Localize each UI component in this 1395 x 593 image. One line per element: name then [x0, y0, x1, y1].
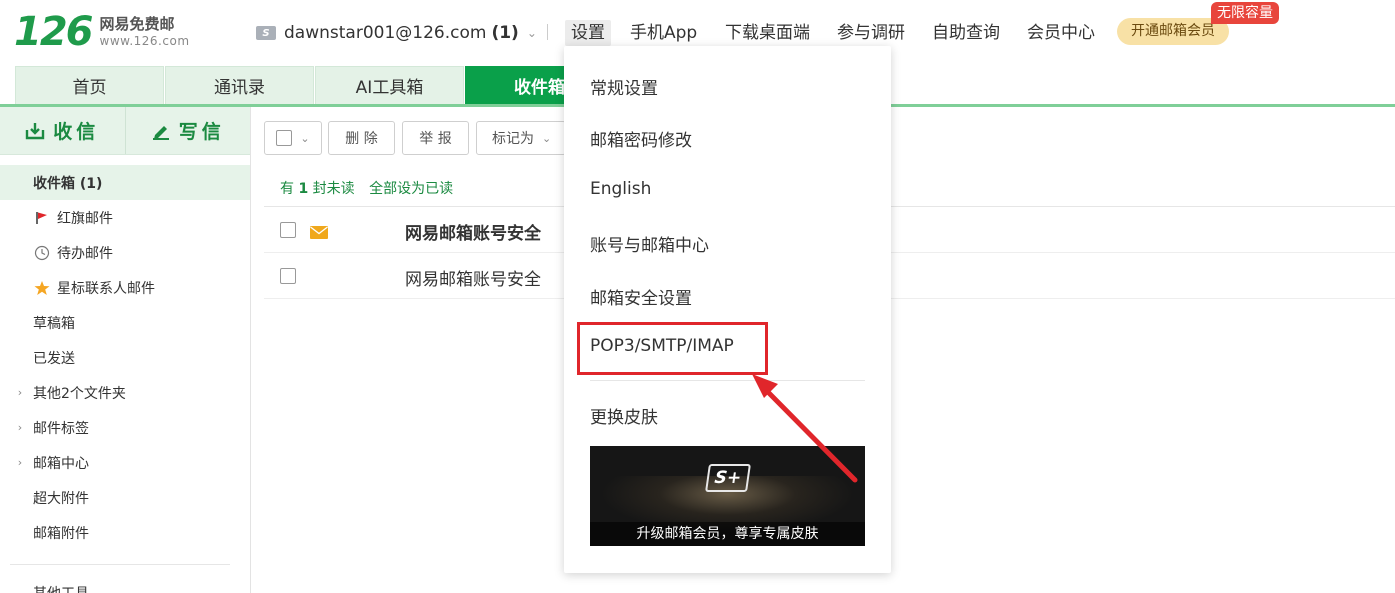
sidebar-divider: [10, 564, 230, 565]
compose-button[interactable]: 写信: [126, 107, 251, 154]
folder-inbox[interactable]: 收件箱 (1): [0, 165, 250, 200]
menu-change-password[interactable]: 邮箱密码修改: [590, 126, 692, 151]
chevron-right-icon: ›: [17, 421, 23, 434]
account-level-icon: S: [256, 26, 276, 40]
select-all-dropdown[interactable]: ⌄: [264, 121, 322, 155]
tab-contacts[interactable]: 通讯录: [165, 66, 314, 104]
menu-pop3-smtp-imap[interactable]: POP3/SMTP/IMAP: [590, 336, 734, 356]
mail-checkbox[interactable]: [280, 268, 296, 284]
unread-info: 有 1 封未读 全部设为已读: [280, 181, 454, 197]
folder-other-folders[interactable]: › 其他2个文件夹: [0, 375, 250, 410]
nav-survey[interactable]: 参与调研: [837, 20, 905, 46]
folder-large-attachments[interactable]: 超大附件: [0, 480, 250, 515]
mail-subject: 网易邮箱账号安全: [405, 270, 541, 290]
nav-download-desktop[interactable]: 下载桌面端: [725, 20, 810, 46]
menu-security-settings[interactable]: 邮箱安全设置: [590, 284, 692, 309]
select-all-checkbox[interactable]: [276, 130, 293, 146]
clock-icon: [33, 245, 51, 261]
chevron-down-icon: ⌄: [542, 131, 552, 145]
nav-self-service[interactable]: 自助查询: [932, 20, 1000, 46]
folder-drafts[interactable]: 草稿箱: [0, 305, 250, 340]
logo-name: 网易免费邮: [99, 15, 175, 33]
red-arrow-annotation: [752, 374, 858, 483]
folder-red-flag[interactable]: 红旗邮件: [0, 200, 250, 235]
sidebar: 收信 写信 收件箱 (1) 红旗邮件 待办邮件 星标联系人邮件 草稿箱 已发送 …: [0, 107, 251, 593]
delete-button[interactable]: 删 除: [328, 121, 395, 155]
folder-mailbox-attachments[interactable]: 邮箱附件: [0, 515, 250, 550]
folder-todo[interactable]: 待办邮件: [0, 235, 250, 270]
nav-member-center[interactable]: 会员中心: [1027, 20, 1095, 46]
folder-mail-tags[interactable]: › 邮件标签: [0, 410, 250, 445]
logo-number: 126: [14, 9, 93, 55]
inbox-download-icon: [26, 122, 45, 139]
account-email: dawnstar001@126.com: [284, 23, 487, 43]
mail-app: 126 网易免费邮 www.126.com S dawnstar001@126.…: [0, 0, 1395, 593]
menu-english[interactable]: English: [590, 179, 651, 199]
receive-button[interactable]: 收信: [0, 107, 126, 154]
folder-starred-contacts[interactable]: 星标联系人邮件: [0, 270, 250, 305]
pen-icon: [152, 125, 169, 140]
skin-banner-caption: 升级邮箱会员，尊享专属皮肤: [590, 522, 865, 546]
mail-subject: 网易邮箱账号安全: [405, 224, 541, 244]
account-switcher[interactable]: S dawnstar001@126.com (1) ⌄: [256, 20, 537, 46]
other-tools[interactable]: 其他工具: [0, 575, 250, 593]
mark-all-read-link[interactable]: 全部设为已读: [369, 181, 453, 197]
tab-home[interactable]: 首页: [15, 66, 164, 104]
logo-url: www.126.com: [99, 34, 190, 48]
logo[interactable]: 126 网易免费邮 www.126.com: [14, 10, 190, 54]
mail-checkbox[interactable]: [280, 222, 296, 238]
nav-settings[interactable]: 设置: [565, 20, 611, 46]
unread-count: 1: [298, 181, 309, 197]
unread-envelope-icon: [310, 224, 328, 243]
tab-ai-toolbox[interactable]: AI工具箱: [315, 66, 464, 104]
chevron-right-icon: ›: [17, 456, 23, 469]
menu-account-center[interactable]: 账号与邮箱中心: [590, 231, 709, 256]
menu-change-skin[interactable]: 更换皮肤: [590, 403, 658, 428]
mark-as-dropdown[interactable]: 标记为 ⌄: [476, 121, 566, 155]
report-button[interactable]: 举 报: [402, 121, 469, 155]
nav-mobile-app[interactable]: 手机App: [630, 20, 697, 46]
folder-sent[interactable]: 已发送: [0, 340, 250, 375]
star-icon: [33, 280, 51, 296]
unlimited-storage-badge: 无限容量: [1211, 2, 1279, 24]
folder-mailbox-center[interactable]: › 邮箱中心: [0, 445, 250, 480]
red-flag-icon: [33, 211, 51, 225]
menu-general-settings[interactable]: 常规设置: [590, 74, 658, 99]
settings-dropdown-menu: 常规设置 邮箱密码修改 English 账号与邮箱中心 邮箱安全设置 POP3/…: [564, 46, 891, 573]
chevron-right-icon: ›: [17, 386, 23, 399]
chevron-down-icon: ⌄: [526, 26, 537, 40]
header-divider: [547, 24, 548, 40]
account-unread-count: (1): [491, 23, 519, 43]
chevron-down-icon: ⌄: [300, 131, 310, 145]
